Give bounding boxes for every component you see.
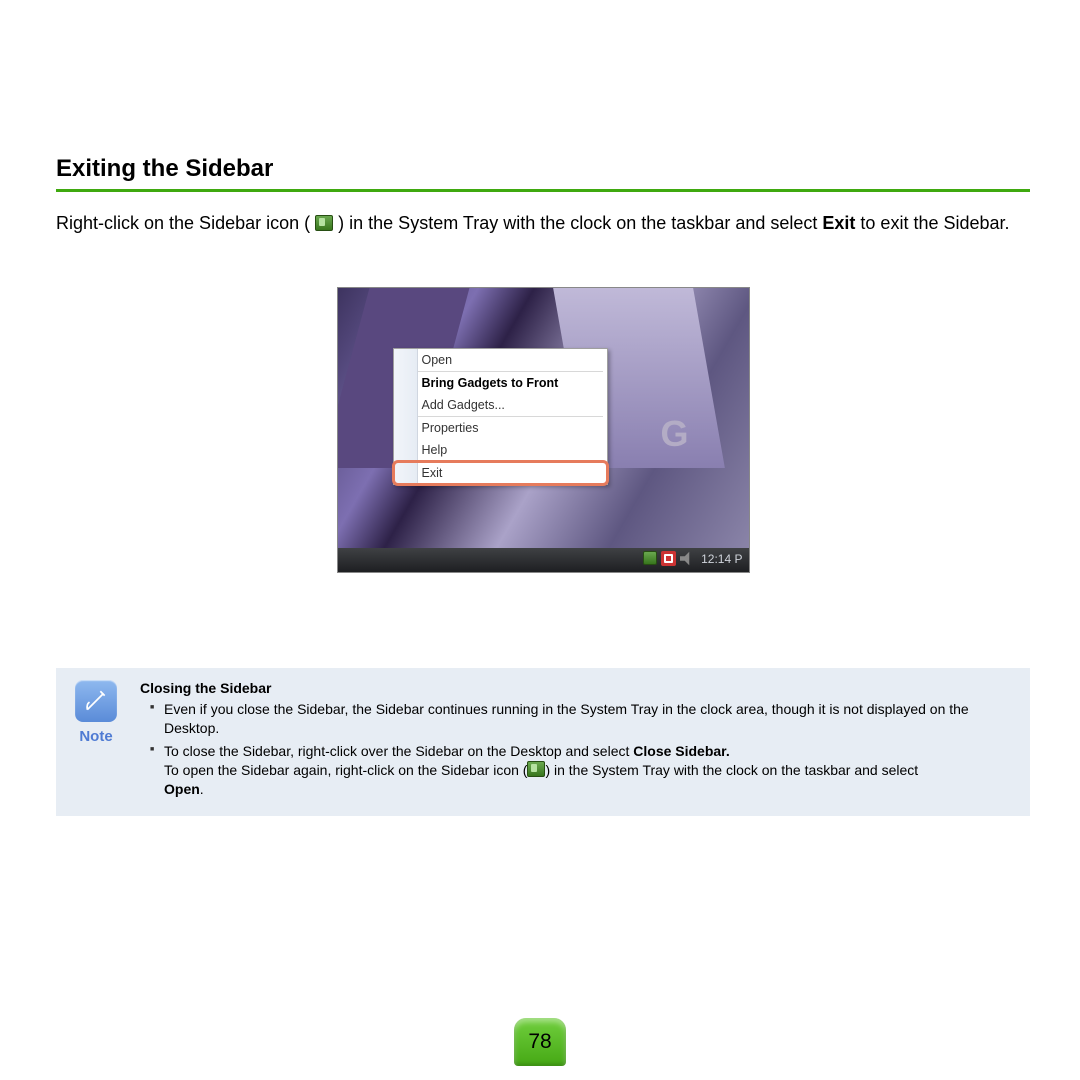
sidebar-icon [527,761,545,777]
context-menu: Open Bring Gadgets to Front Add Gadgets.… [393,348,608,485]
note-bullet-2: To close the Sidebar, right-click over t… [150,742,1016,799]
menu-item-properties[interactable]: Properties [394,417,607,439]
menu-item-open[interactable]: Open [394,349,607,371]
intro-text-2: ) in the System Tray with the clock on t… [338,213,822,233]
note-bullet-1: Even if you close the Sidebar, the Sideb… [150,700,1016,738]
taskbar: 12:14 P [338,548,749,572]
sidebar-icon [315,215,333,231]
intro-paragraph: Right-click on the Sidebar icon ( ) in t… [56,210,1030,237]
note-b3-b: ) in the System Tray with the clock on t… [545,762,918,778]
intro-bold: Exit [822,213,855,233]
screenshot-desktop: G Open Bring Gadgets to Front Add Gadget… [338,288,749,548]
tray-icon[interactable] [661,551,676,566]
note-b3-c: . [200,781,204,797]
menu-item-bring-front[interactable]: Bring Gadgets to Front [394,372,607,394]
page-heading: Exiting the Sidebar [56,155,1030,183]
note-b2-bold: Close Sidebar. [633,743,729,759]
taskbar-clock: 12:14 P [701,552,742,566]
heading-rule [56,189,1030,192]
note-icon [75,680,117,722]
wallpaper-letter: G [660,413,688,455]
note-title: Closing the Sidebar [140,680,1016,696]
menu-item-help[interactable]: Help [394,439,607,461]
note-b2-text: To close the Sidebar, right-click over t… [164,743,633,759]
note-b3-bold: Open [164,781,200,797]
system-tray [643,551,695,566]
menu-item-add-gadgets[interactable]: Add Gadgets... [394,394,607,416]
screenshot: G Open Bring Gadgets to Front Add Gadget… [337,287,750,573]
volume-icon[interactable] [680,551,695,566]
page-number-badge: 78 [514,1018,566,1066]
sidebar-tray-icon[interactable] [643,551,657,565]
menu-item-exit[interactable]: Exit [394,462,607,484]
intro-text-3: to exit the Sidebar. [860,213,1009,233]
note-box: Note Closing the Sidebar Even if you clo… [56,668,1030,816]
intro-text-1: Right-click on the Sidebar icon ( [56,213,310,233]
note-b3-a: To open the Sidebar again, right-click o… [164,762,527,778]
note-label: Note [70,728,122,745]
